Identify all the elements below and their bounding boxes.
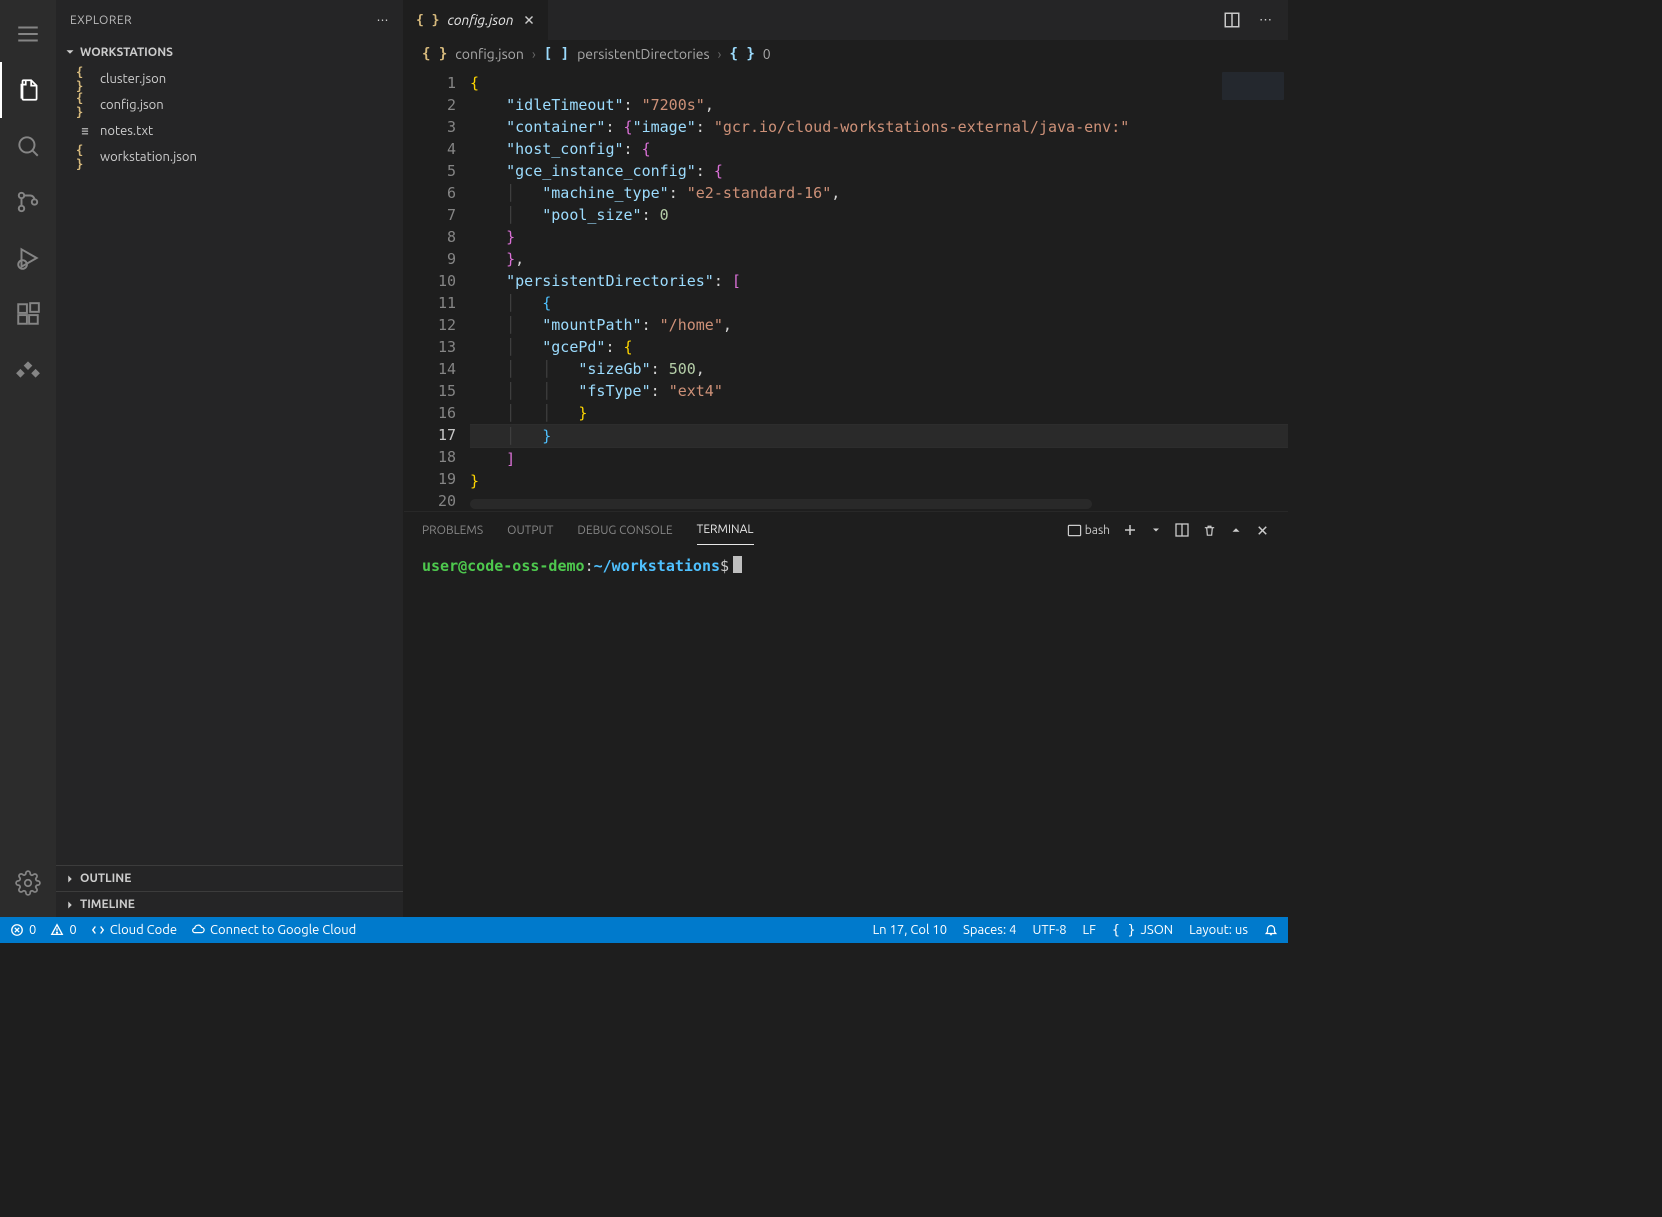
- horizontal-scrollbar[interactable]: [470, 499, 1288, 509]
- json-file-icon: { }: [76, 70, 94, 88]
- json-file-icon: { }: [422, 46, 447, 62]
- editor-area[interactable]: 123456789101112131415161718192021 { "idl…: [404, 68, 1288, 511]
- status-spaces[interactable]: Spaces: 4: [963, 923, 1016, 937]
- workspace-header[interactable]: WORKSTATIONS: [56, 40, 403, 64]
- status-layout[interactable]: Layout: us: [1189, 923, 1248, 937]
- cloud-code-icon[interactable]: [0, 342, 56, 398]
- array-icon: [ ]: [544, 46, 569, 62]
- source-control-icon[interactable]: [0, 174, 56, 230]
- terminal-cursor: [733, 556, 742, 573]
- breadcrumb-item[interactable]: 0: [763, 46, 771, 62]
- close-panel-icon[interactable]: [1255, 523, 1270, 538]
- chevron-down-icon: [62, 44, 78, 60]
- tab-terminal[interactable]: TERMINAL: [697, 515, 754, 545]
- text-file-icon: ≡: [76, 122, 94, 140]
- file-item[interactable]: { } cluster.json: [56, 66, 403, 92]
- split-editor-icon[interactable]: [1219, 7, 1245, 33]
- json-file-icon: { }: [416, 13, 439, 28]
- cloud-icon: [191, 923, 205, 937]
- status-connect-cloud[interactable]: Connect to Google Cloud: [191, 923, 356, 937]
- object-icon: { }: [729, 46, 754, 62]
- editor-more-icon[interactable]: ⋯: [1255, 9, 1276, 32]
- explorer-title: EXPLORER: [70, 14, 132, 27]
- outline-section[interactable]: OUTLINE: [56, 865, 403, 891]
- breadcrumb-item[interactable]: persistentDirectories: [577, 46, 709, 62]
- tab-problems[interactable]: PROBLEMS: [422, 516, 483, 545]
- terminal-shell[interactable]: bash: [1067, 523, 1110, 538]
- terminal-body[interactable]: user@code-oss-demo:~/workstations$: [404, 548, 1288, 583]
- code-content[interactable]: { "idleTimeout": "7200s", "container": {…: [470, 68, 1288, 511]
- explorer-more-icon[interactable]: ⋯: [377, 13, 390, 27]
- file-name: cluster.json: [100, 72, 166, 86]
- json-icon: { }: [1112, 923, 1135, 938]
- status-encoding[interactable]: UTF-8: [1032, 923, 1066, 937]
- file-item[interactable]: { } config.json: [56, 92, 403, 118]
- file-item[interactable]: ≡ notes.txt: [56, 118, 403, 144]
- run-debug-icon[interactable]: [0, 230, 56, 286]
- terminal-user: user@code-oss-demo: [422, 557, 585, 575]
- file-list: { } cluster.json { } config.json ≡ notes.txt {…: [56, 64, 403, 172]
- file-item[interactable]: { } workstation.json: [56, 144, 403, 170]
- tab-debug-console[interactable]: DEBUG CONSOLE: [577, 516, 672, 545]
- code-icon: [91, 923, 105, 937]
- breadcrumb[interactable]: { } config.json › [ ] persistentDirector…: [404, 40, 1288, 68]
- json-file-icon: { }: [76, 96, 94, 114]
- chevron-right-icon: ›: [718, 46, 722, 62]
- status-warnings[interactable]: 0: [50, 923, 76, 937]
- json-file-icon: { }: [76, 148, 94, 166]
- bottom-panel: PROBLEMS OUTPUT DEBUG CONSOLE TERMINAL b…: [404, 511, 1288, 917]
- chevron-right-icon: [62, 897, 78, 913]
- timeline-label: TIMELINE: [80, 898, 135, 911]
- tab-output[interactable]: OUTPUT: [507, 516, 553, 545]
- breadcrumb-file[interactable]: config.json: [455, 46, 524, 62]
- warning-icon: [50, 923, 64, 937]
- tab-label: config.json: [447, 12, 513, 28]
- explorer-sidebar: EXPLORER ⋯ WORKSTATIONS { }cluster.json{…: [56, 0, 404, 917]
- timeline-section[interactable]: TIMELINE: [56, 891, 403, 917]
- shell-name: bash: [1085, 524, 1110, 537]
- error-icon: [10, 923, 24, 937]
- status-eol[interactable]: LF: [1083, 923, 1096, 937]
- status-language[interactable]: { } JSON: [1112, 923, 1173, 938]
- chevron-right-icon: [62, 871, 78, 887]
- search-icon[interactable]: [0, 118, 56, 174]
- terminal-path: ~/workstations: [594, 557, 720, 575]
- notifications-icon[interactable]: [1264, 923, 1278, 937]
- status-bar: 0 0 Cloud Code Connect to Google Cloud L…: [0, 917, 1288, 943]
- file-name: config.json: [100, 98, 164, 112]
- kill-terminal-icon[interactable]: [1202, 523, 1217, 538]
- activity-bar: [0, 0, 56, 917]
- chevron-right-icon: ›: [532, 46, 536, 62]
- status-cursor-pos[interactable]: Ln 17, Col 10: [873, 923, 947, 937]
- file-name: workstation.json: [100, 150, 197, 164]
- split-terminal-icon[interactable]: [1174, 522, 1190, 538]
- status-cloud-code[interactable]: Cloud Code: [91, 923, 177, 937]
- line-gutter: 123456789101112131415161718192021: [404, 68, 470, 511]
- status-errors[interactable]: 0: [10, 923, 36, 937]
- outline-label: OUTLINE: [80, 872, 131, 885]
- close-tab-icon[interactable]: [522, 13, 536, 27]
- settings-gear-icon[interactable]: [0, 855, 56, 911]
- explorer-icon[interactable]: [0, 62, 56, 118]
- maximize-panel-icon[interactable]: [1229, 523, 1243, 537]
- menu-icon[interactable]: [0, 6, 56, 62]
- extensions-icon[interactable]: [0, 286, 56, 342]
- workspace-name: WORKSTATIONS: [80, 46, 173, 59]
- tab-config-json[interactable]: { } config.json: [404, 0, 549, 40]
- terminal-dropdown-icon[interactable]: [1150, 524, 1162, 536]
- tab-bar: { } config.json ⋯: [404, 0, 1288, 40]
- file-name: notes.txt: [100, 124, 153, 138]
- new-terminal-icon[interactable]: [1122, 522, 1138, 538]
- minimap[interactable]: [1222, 72, 1284, 100]
- prompt-symbol: $: [720, 557, 729, 575]
